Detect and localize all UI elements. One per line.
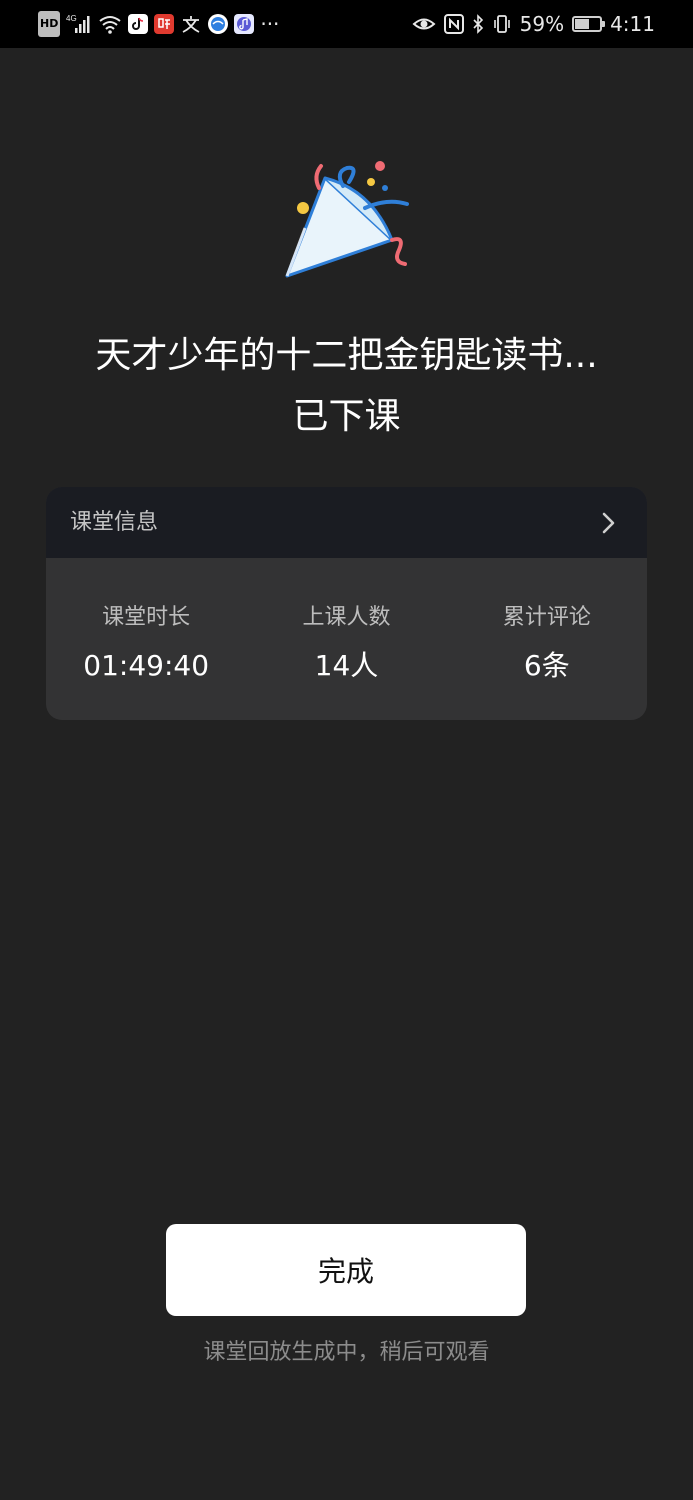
tiktok-app-icon (128, 14, 149, 34)
stat-value: 6条 (523, 649, 570, 682)
chevron-right-icon (602, 512, 615, 534)
battery-icon (572, 13, 606, 35)
stat-value: 01:49:40 (83, 649, 210, 682)
hd-icon: HD (38, 11, 61, 37)
class-info-title: 课堂信息 (70, 510, 159, 535)
nfc-icon (443, 13, 464, 35)
class-ended-status: 已下课 (292, 396, 401, 437)
stat-label: 课堂时长 (102, 605, 191, 630)
party-popper-icon (277, 158, 417, 288)
class-info-header[interactable]: 课堂信息 (46, 487, 647, 558)
bluetooth-icon (472, 13, 484, 35)
status-bar: HD 4G ··· 59% 4:11 (0, 0, 693, 48)
battery-percent: 59% (519, 12, 565, 36)
course-title: 天才少年的十二把金钥匙读书... (95, 335, 598, 376)
ting-app-icon (154, 14, 175, 34)
stat-attendees: 上课人数 14人 (246, 558, 446, 720)
wifi-icon (98, 13, 122, 35)
stat-duration: 课堂时长 01:49:40 (46, 558, 246, 720)
more-notifications-icon: ··· (260, 12, 280, 36)
stat-value: 14人 (314, 649, 379, 682)
stat-comments: 累计评论 6条 (447, 558, 647, 720)
clock: 4:11 (610, 12, 655, 36)
signal-icon: 4G (66, 13, 92, 35)
class-info-card: 课堂信息 课堂时长 01:49:40 上课人数 14人 累计评论 6条 (46, 487, 647, 720)
battery-level-fill (575, 19, 590, 29)
done-button[interactable]: 完成 (166, 1224, 526, 1316)
stat-label: 累计评论 (502, 605, 591, 630)
vibrate-icon (492, 13, 512, 35)
status-left: HD 4G ··· (38, 0, 279, 48)
music-app-icon (234, 14, 255, 34)
class-stats: 课堂时长 01:49:40 上课人数 14人 累计评论 6条 (46, 558, 647, 720)
stat-label: 上课人数 (302, 605, 391, 630)
eye-icon (412, 13, 436, 35)
status-right: 59% 4:11 (412, 0, 655, 48)
browser-app-icon (208, 14, 229, 34)
network-type-label: 4G (66, 14, 77, 23)
wen-app-icon (180, 13, 202, 35)
playback-generating-note: 课堂回放生成中，稍后可观看 (203, 1340, 490, 1365)
